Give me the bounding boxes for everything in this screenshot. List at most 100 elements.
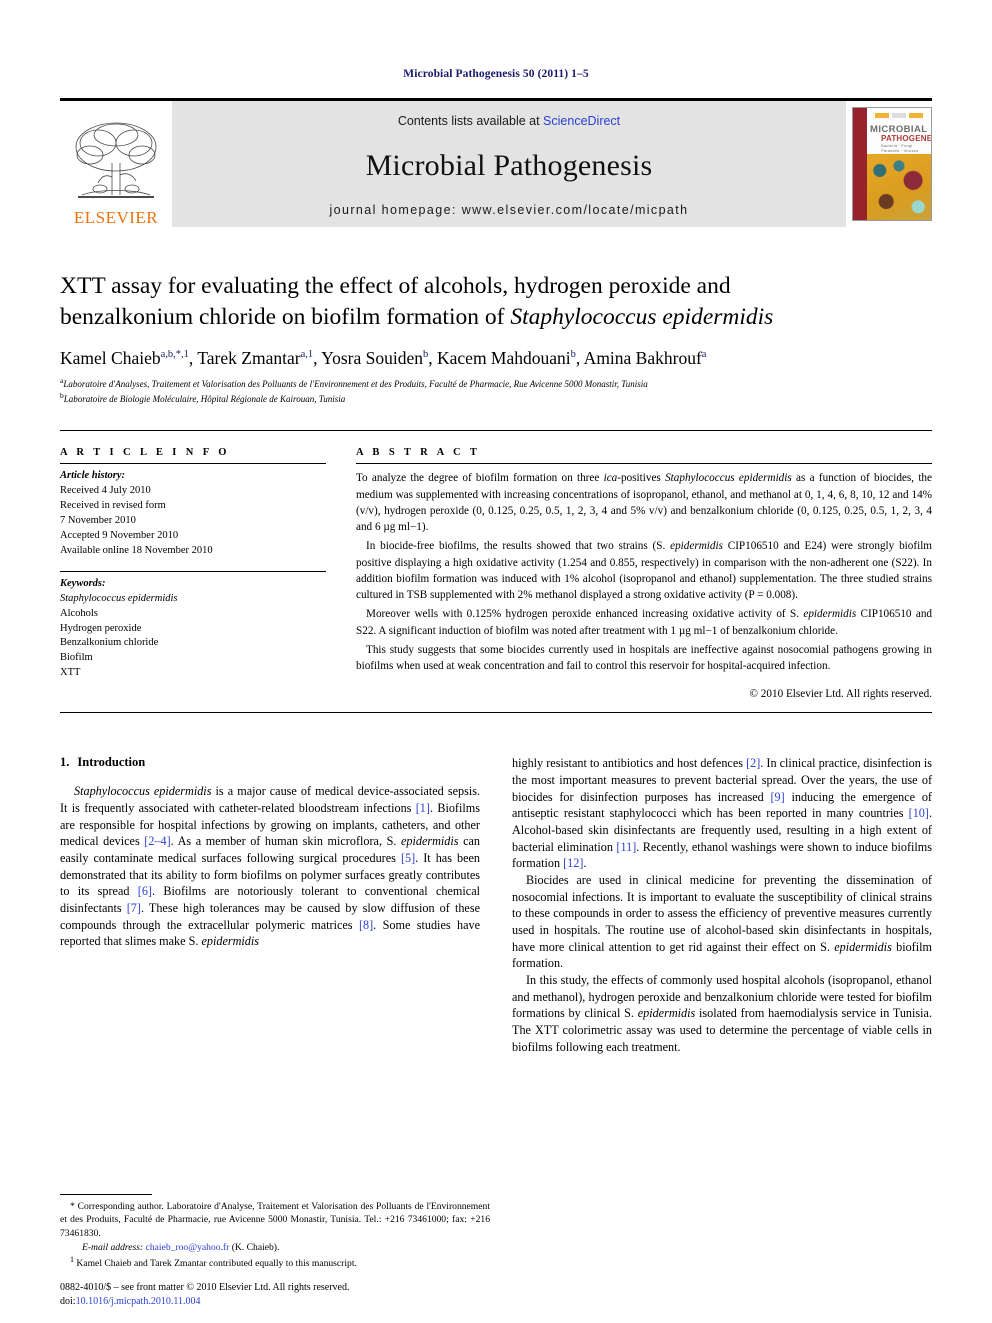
species-name: epidermidis <box>834 939 892 954</box>
cover-spine <box>853 108 867 220</box>
abs-species: epidermidis <box>670 540 723 553</box>
text: highly resistant to antibiotics and host… <box>512 756 747 771</box>
journal-banner: ELSEVIER Contents lists available at Sci… <box>60 98 932 227</box>
elsevier-tree-icon <box>75 122 157 198</box>
text: . <box>583 856 587 871</box>
article-history: Article history: Received 4 July 2010 Re… <box>60 464 326 558</box>
paragraph: highly resistant to antibiotics and host… <box>512 755 932 872</box>
contents-available-line: Contents lists available at ScienceDirec… <box>398 114 620 128</box>
abs-text: To analyze the degree of biofilm formati… <box>356 472 604 485</box>
species-name: epidermidis <box>400 834 459 849</box>
article-info-heading: A R T I C L E I N F O <box>60 447 230 459</box>
citation-ref[interactable]: [2] <box>746 756 760 770</box>
keyword-item: XTT <box>60 667 81 679</box>
keyword-item: Staphylococcus epidermidis <box>60 592 178 604</box>
cover-title-line2: PATHOGENESIS <box>881 134 932 143</box>
author-marker: b <box>570 348 576 360</box>
history-item: Received in revised form <box>60 500 166 512</box>
email-link[interactable]: chaieb_roo@yahoo.fr <box>146 1242 230 1253</box>
citation-ref[interactable]: [5] <box>401 851 415 865</box>
history-item: Received 4 July 2010 <box>60 485 151 497</box>
section-title: Introduction <box>77 755 146 770</box>
keywords-block: Keywords: Staphylococcus epidermidis Alc… <box>60 570 326 681</box>
abstract-paragraph: This study suggests that some biocides c… <box>356 643 932 672</box>
section-number: 1. <box>60 755 70 770</box>
cover-title-line3: Bacteria · Fungi · Parasites · Viruses <box>881 143 919 153</box>
journal-homepage[interactable]: journal homepage: www.elsevier.com/locat… <box>329 203 688 217</box>
citation-ref[interactable]: [10] <box>909 806 929 820</box>
doi-line: doi:10.1016/j.micpath.2010.11.004 <box>60 1295 349 1309</box>
keyword-item: Biofilm <box>60 652 93 664</box>
abs-species: epidermidis <box>803 608 857 621</box>
abstract-paragraph: Moreover wells with 0.125% hydrogen pero… <box>356 606 932 638</box>
doi-label: doi: <box>60 1295 76 1307</box>
copyright-line: © 2010 Elsevier Ltd. All rights reserved… <box>749 688 933 701</box>
citation-ref[interactable]: [9] <box>771 790 785 804</box>
keyword-item: Alcohols <box>60 607 98 619</box>
footnote-text: Kamel Chaieb and Tarek Zmantar contribut… <box>76 1258 357 1270</box>
info-abstract-row: A R T I C L E I N F O Article history: R… <box>60 430 932 702</box>
equal-contribution-note: 1 Kamel Chaieb and Tarek Zmantar contrib… <box>60 1254 490 1271</box>
journal-title: Microbial Pathogenesis <box>365 148 653 182</box>
history-item: Accepted 9 November 2010 <box>60 530 179 542</box>
abstract-paragraph: To analyze the degree of biofilm formati… <box>356 470 932 535</box>
affiliations: aLaboratoire d'Analyses, Traitement et V… <box>60 376 932 406</box>
abstract-bottom-divider <box>60 712 932 714</box>
citation-ref[interactable]: [6] <box>138 884 152 898</box>
paper-title-line2: benzalkonium chloride on biofilm formati… <box>60 303 511 330</box>
abs-text: In biocide-free biofilms, the results sh… <box>366 540 671 553</box>
author-marker: a,1 <box>300 348 314 360</box>
email-suffix: (K. Chaieb). <box>229 1241 280 1253</box>
abstract-column: A B S T R A C T To analyze the degree of… <box>356 431 932 702</box>
section-heading-introduction: 1. Introduction <box>60 755 480 770</box>
citation-ref[interactable]: [12] <box>563 856 583 870</box>
history-item: 7 November 2010 <box>60 515 136 527</box>
abs-text: Moreover wells with 0.125% hydrogen pero… <box>366 608 804 621</box>
paper-title: XTT assay for evaluating the effect of a… <box>60 271 932 333</box>
journal-cover-thumbnail: MICROBIAL PATHOGENESIS Bacteria · Fungi … <box>852 107 932 221</box>
affiliation-b: bLaboratoire de Biologie Moléculaire, Hô… <box>60 391 346 405</box>
email-label: E-mail address: <box>82 1241 144 1253</box>
author-marker: a,b,*,1 <box>160 348 189 360</box>
body-column-right: highly resistant to antibiotics and host… <box>512 755 932 1055</box>
abstract-heading: A B S T R A C T <box>356 447 481 459</box>
elsevier-logo: ELSEVIER <box>60 101 172 227</box>
abs-species: Staphylococcus epidermidis <box>665 472 792 485</box>
text: . As a member of human skin microflora, … <box>170 834 401 849</box>
body-column-left: 1. Introduction Staphylococcus epidermidi… <box>60 755 480 1055</box>
citation-ref[interactable]: [11] <box>616 840 636 854</box>
article-info-column: A R T I C L E I N F O Article history: R… <box>60 431 326 702</box>
species-name: Staphylococcus epidermidis <box>74 784 212 799</box>
affiliation-a: aLaboratoire d'Analyses, Traitement et V… <box>60 376 648 390</box>
title-block: XTT assay for evaluating the effect of a… <box>60 271 932 406</box>
abs-text: -positives <box>617 472 666 485</box>
footnote-marker: 1 <box>70 1255 74 1265</box>
email-note: E-mail address: chaieb_roo@yahoo.fr (K. … <box>60 1241 490 1255</box>
doi-link[interactable]: 10.1016/j.micpath.2010.11.004 <box>76 1296 201 1307</box>
paragraph: In this study, the effects of commonly u… <box>512 972 932 1055</box>
footnotes: * Corresponding author. Laboratoire d'An… <box>60 1193 490 1271</box>
citation-ref[interactable]: [8] <box>359 918 373 932</box>
elsevier-wordmark: ELSEVIER <box>73 208 159 227</box>
cover-color-bars <box>875 113 923 118</box>
body-columns: 1. Introduction Staphylococcus epidermidi… <box>60 755 932 1055</box>
citation-ref[interactable]: [7] <box>127 901 141 915</box>
paragraph: Staphylococcus epidermidis is a major ca… <box>60 783 480 950</box>
page: Microbial Pathogenesis 50 (2011) 1–5 ELS… <box>0 0 992 1323</box>
abs-ica: ica <box>603 472 618 485</box>
paper-title-line1: XTT assay for evaluating the effect of a… <box>60 273 731 299</box>
issn-line: 0882-4010/$ – see front matter © 2010 El… <box>60 1281 350 1293</box>
history-item: Available online 18 November 2010 <box>60 544 213 556</box>
paragraph: Biocides are used in clinical medicine f… <box>512 872 932 972</box>
citation-ref[interactable]: [1] <box>416 801 430 815</box>
citation-ref[interactable]: [2–4] <box>144 834 170 848</box>
affiliation-a-text: Laboratoire d'Analyses, Traitement et Va… <box>63 379 648 390</box>
author-marker: a <box>701 348 707 360</box>
abstract-paragraph: In biocide-free biofilms, the results sh… <box>356 538 932 603</box>
sciencedirect-link[interactable]: ScienceDirect <box>543 114 620 128</box>
author-marker: b <box>423 348 429 360</box>
footnote-divider <box>60 1193 152 1195</box>
paper-title-species: Staphylococcus epidermidis <box>510 303 774 330</box>
issn-doi-block: 0882-4010/$ – see front matter © 2010 El… <box>60 1281 349 1309</box>
abstract-body: To analyze the degree of biofilm formati… <box>356 464 932 702</box>
